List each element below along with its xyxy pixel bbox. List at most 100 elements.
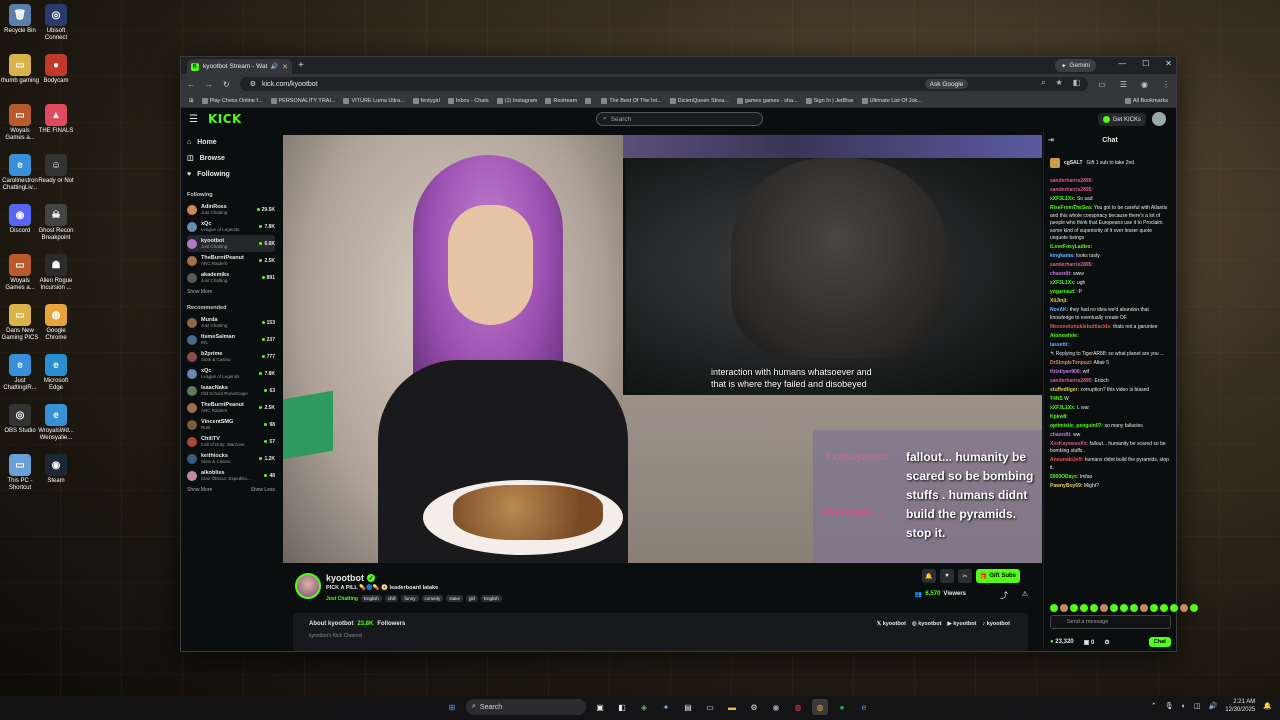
stream-tag[interactable]: girl bbox=[466, 595, 479, 602]
sidebar-channel-akademiks[interactable]: akademiks Just Chatting 891 bbox=[187, 269, 275, 286]
sidebar-channel-xqc[interactable]: xQc League of Legends 7.8K bbox=[187, 365, 275, 382]
stream-tag[interactable]: chill bbox=[384, 595, 399, 602]
emote-icon[interactable] bbox=[1140, 604, 1148, 612]
bookmark-item[interactable]: games games - sha... bbox=[736, 97, 798, 104]
maximize-icon[interactable]: ☐ bbox=[1142, 59, 1149, 68]
xbox-icon[interactable]: ◈ bbox=[636, 699, 652, 715]
chat-username[interactable]: xXF3L1Xx: bbox=[1050, 405, 1076, 411]
profile-icon[interactable]: ◉ bbox=[1141, 80, 1148, 89]
sidebar-channel-vincentsmg[interactable]: VincentSMG Rust 98 bbox=[187, 416, 275, 433]
emote-icon[interactable] bbox=[1070, 604, 1078, 612]
chat-username[interactable]: sanderharris2895: bbox=[1050, 262, 1093, 268]
chat-username[interactable]: chazedit: bbox=[1050, 271, 1072, 277]
chat-username[interactable]: Meeseeksnuklebuttlackle: bbox=[1050, 324, 1112, 330]
emote-icon[interactable] bbox=[1180, 604, 1188, 612]
desktop-icon[interactable]: e Microsoft Edge bbox=[36, 354, 76, 392]
extension-icon[interactable]: ◧ bbox=[1073, 78, 1081, 88]
network-icon[interactable]: ◫ bbox=[1194, 702, 1201, 710]
bookmark-item[interactable]: All Bookmarks bbox=[1124, 97, 1168, 104]
chat-username[interactable]: iLoveFoxyLadies: bbox=[1050, 244, 1092, 250]
zoom-icon[interactable]: ⌕ bbox=[1041, 78, 1045, 88]
desktop-icon[interactable]: e WroyalsWd... Wensyalie... bbox=[36, 404, 76, 442]
ask-google-button[interactable]: Ask Google bbox=[924, 79, 969, 89]
chrome-taskbar-icon[interactable]: ◍ bbox=[812, 699, 828, 715]
chat-username[interactable]: RiseFromTheSea: bbox=[1050, 205, 1093, 211]
desktop-icon[interactable]: ◍ Google Chrome bbox=[36, 304, 76, 342]
sidebar-channel-kyootbot[interactable]: kyootbot Just Chatting 6.6K bbox=[187, 235, 275, 252]
chat-username[interactable]: XxxKaywexxXx: bbox=[1050, 441, 1088, 447]
sidebar-channel-adinross[interactable]: AdinRoss Just Chatting 29.5K bbox=[187, 201, 275, 218]
search-input[interactable]: ⌕ Search bbox=[596, 112, 763, 126]
bookmark-item[interactable]: Play Chess Online f... bbox=[201, 97, 263, 104]
desktop-icon[interactable]: ☠ Ghost Recon Breakpoint bbox=[36, 204, 76, 242]
sidebar-channel-murda[interactable]: Murda Just Chatting 153 bbox=[187, 314, 275, 331]
new-tab-button[interactable]: + bbox=[298, 60, 304, 71]
chat-username[interactable]: chazedit: bbox=[1050, 432, 1072, 438]
file-explorer-icon[interactable]: ▬ bbox=[724, 699, 740, 715]
bookmark-item[interactable]: VITURE Luma Ultra... bbox=[343, 97, 405, 104]
x-social-link[interactable]: 𝕏 kyootbot bbox=[877, 621, 906, 627]
desktop-icon[interactable]: 🗑 Recycle Bin bbox=[0, 4, 40, 35]
sidebar-channel-theburntpeanut[interactable]: TheBurntPeanut ARC Raiders 2.5K bbox=[187, 399, 275, 416]
volume-icon[interactable]: 🔊 bbox=[1209, 702, 1218, 710]
stream-tag[interactable]: comedy bbox=[421, 595, 444, 602]
chat-username[interactable]: kingkama: bbox=[1050, 253, 1075, 259]
clock[interactable]: 2:21 AM 12/30/2025 bbox=[1225, 698, 1255, 714]
bookmark-item[interactable]: Sign In | JetBlue bbox=[805, 97, 854, 104]
emote-icon[interactable] bbox=[1150, 604, 1158, 612]
chat-username[interactable]: xXF3L1Xx: bbox=[1050, 280, 1076, 286]
screen-icon[interactable]: ▭ bbox=[1098, 80, 1106, 89]
emote-icon[interactable] bbox=[1050, 604, 1058, 612]
url-field[interactable]: ⚙ kick.com/kyootbot Ask Google ⌕ ★ ◧ bbox=[239, 77, 1089, 91]
mic-icon[interactable]: 🎙 bbox=[1165, 702, 1174, 710]
chat-username[interactable]: lassetti: bbox=[1050, 342, 1069, 348]
collapse-chat-icon[interactable]: ⇥ bbox=[1048, 136, 1054, 144]
bookmark-item[interactable]: (1) Instagram bbox=[496, 97, 537, 104]
desktop-icon[interactable]: ▭ Woyals Games a... bbox=[0, 104, 40, 142]
stream-category[interactable]: Just Chatting bbox=[326, 596, 358, 602]
kicks-balance[interactable]: ● 23,320 bbox=[1050, 639, 1074, 645]
edge-taskbar-icon[interactable]: e bbox=[856, 699, 872, 715]
desktop-icon[interactable]: ◎ OBS Studio bbox=[0, 404, 40, 435]
youtube-social-link[interactable]: ▶ kyootbot bbox=[947, 621, 976, 627]
notify-bell-icon[interactable]: 🔔 bbox=[921, 569, 936, 583]
steam-taskbar-icon[interactable]: ◉ bbox=[768, 699, 784, 715]
chat-username[interactable]: Kpkw8: bbox=[1050, 414, 1068, 420]
bookmark-item[interactable]: The Best Of The Int... bbox=[601, 97, 662, 104]
tray-chevron-icon[interactable]: ⌃ bbox=[1151, 702, 1157, 710]
report-icon[interactable]: ⚠ bbox=[1022, 590, 1028, 598]
desktop-icon[interactable]: ● Bodycam bbox=[36, 54, 76, 85]
sidebar-channel-chilitv[interactable]: ChiliTV Call of Duty: Warzone 57 bbox=[187, 433, 275, 450]
chat-username[interactable]: Hristiyan906: bbox=[1050, 369, 1081, 375]
tray-app-icon[interactable]: ◐ bbox=[1182, 703, 1186, 710]
follow-heart-icon[interactable]: ♥ bbox=[939, 569, 954, 583]
widgets-icon[interactable]: ◧ bbox=[614, 699, 630, 715]
desktop-icon[interactable]: ▭ Woyals Games a... bbox=[0, 254, 40, 292]
sidebar-channel-isaacnaks[interactable]: IsaacNaks Old School RuneScape 63 bbox=[187, 382, 275, 399]
chat-settings-icon[interactable]: ⚙ bbox=[1104, 639, 1109, 646]
nav-home[interactable]: ⌂ Home bbox=[187, 134, 275, 150]
notification-icon[interactable]: 🔔 bbox=[1263, 702, 1272, 710]
chat-username[interactable]: yogarnaut: bbox=[1050, 289, 1076, 295]
chat-username[interactable]: AnnunakiJeff: bbox=[1050, 457, 1083, 463]
desktop-icon[interactable]: ▲ THE FINALS bbox=[36, 104, 76, 135]
menu-icon[interactable]: ⋮ bbox=[1162, 80, 1170, 89]
terminal-icon[interactable]: ▭ bbox=[702, 699, 718, 715]
emote-icon[interactable] bbox=[1170, 604, 1178, 612]
app-red-icon[interactable]: ◍ bbox=[790, 699, 806, 715]
bookmark-item[interactable]: fentygirl bbox=[412, 97, 440, 104]
chat-username[interactable]: xXF3L1Xx: bbox=[1050, 196, 1076, 202]
nav-browse[interactable]: ◫ Browse bbox=[187, 150, 275, 166]
start-icon[interactable]: ⊞ bbox=[444, 699, 460, 715]
settings-icon[interactable]: ⚙ bbox=[746, 699, 762, 715]
gift-subs-button[interactable]: 🎁 Gift Subs bbox=[975, 569, 1020, 583]
gemini-button[interactable]: ✦ Gemini bbox=[1054, 59, 1096, 72]
back-icon[interactable]: ← bbox=[187, 80, 195, 89]
hamburger-menu-icon[interactable]: ☰ bbox=[189, 114, 198, 125]
desktop-icon[interactable]: ☺ Ready or Not bbox=[36, 154, 76, 185]
chat-username[interactable]: XiiJinji: bbox=[1050, 298, 1068, 304]
emote-icon[interactable] bbox=[1090, 604, 1098, 612]
emote-icon[interactable] bbox=[1120, 604, 1128, 612]
emote-icon[interactable] bbox=[1160, 604, 1168, 612]
task-view-icon[interactable]: ▣ bbox=[592, 699, 608, 715]
